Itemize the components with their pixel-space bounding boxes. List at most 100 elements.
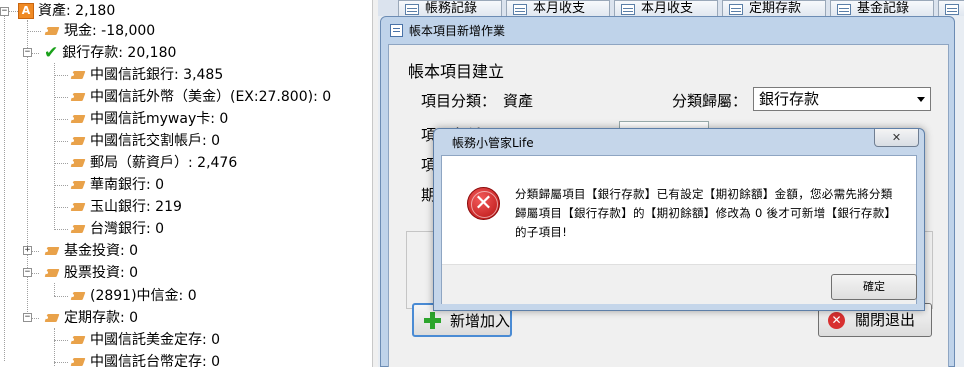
tree-node-label: 中國信託台幣定存: 0 <box>90 354 221 367</box>
collapse-toggle[interactable]: − <box>23 268 32 277</box>
tree-node-label: 台灣銀行: 0 <box>90 221 165 237</box>
item-category-label: 項目分類： <box>421 92 497 110</box>
tab-bar: 帳務記錄 本月收支 本月收支 定期存款 基金記錄 參 <box>378 0 964 16</box>
error-message-box: 帳務小管家Life ✕ ✕ 分類歸屬項目【銀行存款】已有設定【期初餘額】金額，您… <box>433 128 925 311</box>
tree-node-assets[interactable]: A 資產: 2,180 <box>18 0 115 22</box>
tree-node-label: 華南銀行: 0 <box>90 177 165 193</box>
tree-line <box>54 296 68 297</box>
tree-node-label: 玉山銀行: 219 <box>90 199 182 215</box>
tree-line <box>54 362 68 363</box>
tag-icon <box>44 246 60 256</box>
ok-button[interactable]: 確定 <box>831 274 917 300</box>
tree-node-label: 中國信託交割帳戶: 0 <box>90 133 221 149</box>
tree-node[interactable]: 中國信託交割帳戶: 0 <box>70 130 220 152</box>
tree-node-bank-deposit[interactable]: ✔ 銀行存款: 20,180 <box>44 42 177 64</box>
tree-line <box>27 31 41 32</box>
tab-more[interactable]: 參 <box>938 0 964 16</box>
asset-category-icon: A <box>18 3 34 19</box>
tab-fund-records[interactable]: 基金記錄 <box>830 0 934 16</box>
tag-icon <box>70 92 86 102</box>
tree-node[interactable]: 中國信託外幣（美金）(EX:27.800): 0 <box>70 86 331 108</box>
table-icon <box>405 4 419 15</box>
tree-node[interactable]: 基金投資: 0 <box>44 240 138 262</box>
tree-node-label: 中國信託銀行: 3,485 <box>90 67 224 83</box>
error-icon: ✕ <box>467 187 500 220</box>
tree-node-label: 資產: 2,180 <box>38 3 116 19</box>
tree-node-label: 中國信託美金定存: 0 <box>90 332 221 348</box>
tab-label: 帳務記錄 <box>425 1 478 16</box>
tag-icon <box>70 291 86 301</box>
message-box-title: 帳務小管家Life <box>452 136 534 150</box>
tag-icon <box>70 224 86 234</box>
tree-node[interactable]: 股票投資: 0 <box>44 262 138 284</box>
collapse-toggle[interactable]: − <box>0 7 9 16</box>
plus-icon <box>424 312 441 329</box>
tree-line <box>54 63 55 230</box>
close-circle-icon: ✕ <box>828 312 845 329</box>
tree-node[interactable]: 玉山銀行: 219 <box>70 196 182 218</box>
table-icon <box>837 4 851 15</box>
tree-line <box>54 75 68 76</box>
tree-line <box>54 119 68 120</box>
tag-icon <box>70 335 86 345</box>
tree-line <box>54 163 68 164</box>
item-category-value: 資產 <box>503 92 534 110</box>
account-tree: − − + − − A 資產: 2,180 現金: -18,000 ✔ 銀行存款: … <box>0 0 372 367</box>
tree-node[interactable]: 中國信託台幣定存: 0 <box>70 351 220 367</box>
section-title: 帳本項目建立 <box>408 62 505 81</box>
tag-icon <box>70 114 86 124</box>
tab-fixed-deposit[interactable]: 定期存款 <box>722 0 826 16</box>
group-select[interactable]: 銀行存款 <box>753 87 931 111</box>
tree-node[interactable]: 中國信託myway卡: 0 <box>70 108 228 130</box>
tree-node-label: 中國信託myway卡: 0 <box>90 111 229 127</box>
table-icon <box>945 4 959 15</box>
tree-line <box>54 141 68 142</box>
tree-node[interactable]: 定期存款: 0 <box>44 307 138 329</box>
check-icon: ✔ <box>44 43 59 63</box>
tree-line <box>4 11 5 361</box>
dialog-titlebar[interactable]: 帳本項目新增作業 <box>381 17 954 44</box>
dialog-title: 帳本項目新增作業 <box>409 24 506 38</box>
tag-icon <box>44 313 60 323</box>
tree-node[interactable]: 郵局（薪資戶）: 2,476 <box>70 152 237 174</box>
tag-icon <box>44 26 60 36</box>
chevron-down-icon <box>917 97 925 102</box>
tree-node-label: 現金: -18,000 <box>64 23 156 39</box>
tree-line <box>54 283 55 296</box>
tree-node[interactable]: 中國信託美金定存: 0 <box>70 329 220 351</box>
add-button-label: 新增加入 <box>450 312 511 330</box>
tab-monthly-balance[interactable]: 本月收支 <box>506 0 610 16</box>
tree-node-label: 郵局（薪資戶）: 2,476 <box>90 155 238 171</box>
table-icon <box>729 4 743 15</box>
tab-monthly-balance-2[interactable]: 本月收支 <box>614 0 718 16</box>
collapse-toggle[interactable]: − <box>23 313 32 322</box>
tree-node[interactable]: 中國信託銀行: 3,485 <box>70 64 223 86</box>
tab-label: 定期存款 <box>749 1 802 16</box>
tag-icon <box>44 268 60 278</box>
group-label: 分類歸屬： <box>672 92 748 110</box>
tree-node[interactable]: (2891)中信金: 0 <box>70 285 197 307</box>
app-icon <box>390 24 403 37</box>
tab-label: 本月收支 <box>641 1 694 16</box>
tag-icon <box>70 136 86 146</box>
tree-line <box>54 185 68 186</box>
group-select-value: 銀行存款 <box>759 90 820 108</box>
tree-line <box>54 207 68 208</box>
message-box-body: ✕ 分類歸屬項目【銀行存款】已有設定【期初餘額】金額，您必需先將分類歸屬項目【銀… <box>441 155 917 304</box>
tree-node[interactable]: 華南銀行: 0 <box>70 174 164 196</box>
tag-icon <box>70 357 86 367</box>
tag-icon <box>70 158 86 168</box>
close-button-label: 關閉退出 <box>855 311 916 329</box>
tree-node[interactable]: 現金: -18,000 <box>44 20 155 42</box>
tab-ledger-records[interactable]: 帳務記錄 <box>398 0 502 16</box>
tree-node-label: 定期存款: 0 <box>64 310 139 326</box>
tree-line <box>54 229 68 230</box>
tree-node[interactable]: 台灣銀行: 0 <box>70 218 164 240</box>
tag-icon <box>70 70 86 80</box>
close-icon[interactable]: ✕ <box>874 129 919 147</box>
table-icon <box>621 4 635 15</box>
collapse-toggle[interactable]: − <box>23 48 32 57</box>
expand-toggle[interactable]: + <box>23 246 32 255</box>
tab-label: 本月收支 <box>533 1 586 16</box>
tag-icon <box>70 202 86 212</box>
